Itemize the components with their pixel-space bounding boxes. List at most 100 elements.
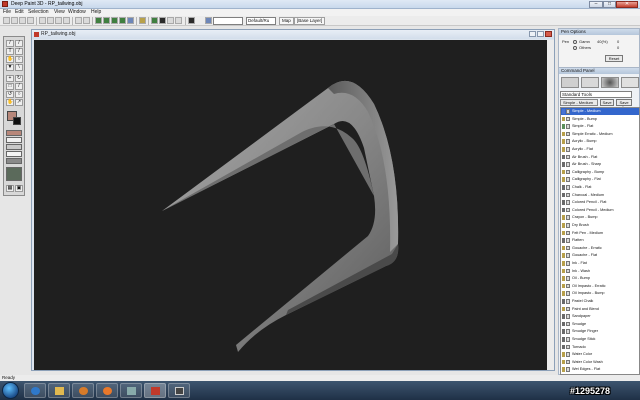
option-2-radio[interactable] (573, 46, 577, 50)
document-maximize-button[interactable] (537, 31, 544, 37)
copy-icon[interactable] (47, 17, 54, 24)
print-icon[interactable] (27, 17, 34, 24)
brush-tab-icon[interactable] (561, 77, 579, 88)
taskbar-ie[interactable] (24, 383, 46, 398)
menu-selection[interactable]: Selection (28, 9, 49, 16)
preset-item[interactable]: Simple - Bump (561, 116, 639, 123)
save-preset-button[interactable]: Save (600, 99, 614, 106)
reset-button[interactable]: Reset (605, 55, 623, 62)
cut-icon[interactable] (39, 17, 46, 24)
base-layer-button[interactable]: [Base Layer] (294, 17, 326, 25)
vertical-scrollbar[interactable] (547, 40, 554, 370)
map-button[interactable]: Map (279, 17, 294, 25)
preset-item[interactable]: Oil - Bump (561, 275, 639, 282)
preset-item[interactable]: Chalk - Flat (561, 184, 639, 191)
preset-item[interactable]: Gouache - Flat (561, 252, 639, 259)
view-select[interactable] (213, 17, 243, 25)
preset-item[interactable]: Felt Pen - Medium (561, 230, 639, 237)
preset-item[interactable]: Simple - Flat (561, 123, 639, 130)
preset-select[interactable]: Standard Tools (560, 91, 632, 98)
paint-brush-icon[interactable]: / (6, 40, 14, 47)
menu-view[interactable]: View (54, 9, 65, 16)
preset-item[interactable]: Ink - Wash (561, 268, 639, 275)
color-swatch[interactable] (6, 144, 22, 150)
paste-icon[interactable] (55, 17, 62, 24)
canvas-tab-icon[interactable] (581, 77, 599, 88)
preset-item[interactable]: Water Color (561, 351, 639, 358)
zoom-icon[interactable]: ○ (15, 56, 23, 63)
preset-item[interactable]: Oil Impasto - Erratic (561, 283, 639, 290)
preset-item[interactable]: Colored Pencil - Medium (561, 207, 639, 214)
preset-item[interactable]: Gouache - Erratic (561, 245, 639, 252)
minimize-button[interactable]: – (589, 1, 603, 8)
taskbar-media[interactable] (72, 383, 94, 398)
background-color-swatch[interactable] (13, 117, 21, 125)
clear-icon[interactable] (63, 17, 70, 24)
taskbar-firefox[interactable] (96, 383, 118, 398)
projection-icon[interactable] (127, 17, 134, 24)
start-button[interactable] (2, 382, 19, 399)
color-swatch[interactable] (6, 158, 22, 164)
eyedropper-icon[interactable]: / (15, 48, 23, 55)
line-tool-icon[interactable]: \ (15, 64, 23, 71)
arrow-icon[interactable]: ↗ (15, 99, 23, 106)
preset-item[interactable]: Oil Impasto - Bump (561, 290, 639, 297)
taskbar-explorer[interactable] (48, 383, 70, 398)
preset-item[interactable]: Ink - Flat (561, 260, 639, 267)
preset-item[interactable]: Flatten (561, 237, 639, 244)
menu-edit[interactable]: Edit (15, 9, 24, 16)
preset-item[interactable]: Acrylic - Bump (561, 138, 639, 145)
help-icon[interactable] (139, 17, 146, 24)
preset-item[interactable]: Air Brush - Sharp (561, 161, 639, 168)
preset-item[interactable]: Crayon - Bump (561, 214, 639, 221)
sphere-tab-icon[interactable] (601, 77, 619, 88)
flag-icon[interactable] (151, 17, 158, 24)
preset-item[interactable]: Charcoal - Medium (561, 192, 639, 199)
preset-item[interactable]: Pastel Chalk (561, 298, 639, 305)
cascade-icon[interactable] (175, 17, 182, 24)
hand-icon[interactable]: ✋ (6, 56, 14, 63)
preset-item[interactable]: Smudge Stick (561, 336, 639, 343)
color-swatch[interactable] (6, 151, 22, 157)
mode-select[interactable]: Default/Ru (246, 17, 276, 25)
new-file-icon[interactable] (3, 17, 10, 24)
mask-icon[interactable] (111, 17, 118, 24)
preset-item[interactable]: Smudge (561, 321, 639, 328)
3d-viewport[interactable] (34, 40, 554, 370)
preset-item[interactable]: Acrylic - Flat (561, 146, 639, 153)
document-minimize-button[interactable] (529, 31, 536, 37)
extra-tab-icon[interactable] (621, 77, 639, 88)
material-icon[interactable] (103, 17, 110, 24)
save-icon[interactable] (19, 17, 26, 24)
magnify-icon[interactable]: ○ (15, 91, 23, 98)
preset-item[interactable]: Calligraphy - Bump (561, 169, 639, 176)
document-close-button[interactable] (545, 31, 552, 37)
undo-icon[interactable] (75, 17, 82, 24)
preset-item[interactable]: Simple Erratic - Medium (561, 131, 639, 138)
layer-icon[interactable] (95, 17, 102, 24)
globe-icon[interactable] (205, 17, 212, 24)
preset-item[interactable]: Calligraphy - Flat (561, 176, 639, 183)
palette-icon[interactable] (188, 17, 195, 24)
menu-file[interactable]: File (3, 9, 11, 16)
preset-item[interactable]: Air Brush - Flat (561, 154, 639, 161)
texture-swatch[interactable] (6, 167, 22, 181)
maximize-button[interactable]: □ (603, 1, 616, 8)
taskbar-deep-paint[interactable] (144, 383, 166, 398)
preset-item[interactable]: Colored Pencil - Flat (561, 199, 639, 206)
preset-item[interactable]: Smudge Finger (561, 328, 639, 335)
menu-window[interactable]: Window (68, 9, 86, 16)
color-swatch[interactable] (6, 137, 22, 143)
view-toggle-icon[interactable]: ▣ (15, 185, 23, 192)
menu-help[interactable]: Help (91, 9, 101, 16)
move-icon[interactable]: + (6, 75, 14, 82)
preset-item[interactable]: Wet Edges - Flat (561, 366, 639, 373)
preset-category[interactable]: Simple - Medium (560, 99, 598, 106)
orbit-icon[interactable]: ↺ (6, 91, 14, 98)
preset-item[interactable]: Paint and Blend (561, 306, 639, 313)
pan-icon[interactable]: ✋ (6, 99, 14, 106)
channel-icon[interactable] (119, 17, 126, 24)
grid-toggle-icon[interactable]: ▦ (6, 185, 14, 192)
color-swatch[interactable] (6, 130, 22, 136)
taskbar-viewer[interactable] (168, 383, 190, 398)
